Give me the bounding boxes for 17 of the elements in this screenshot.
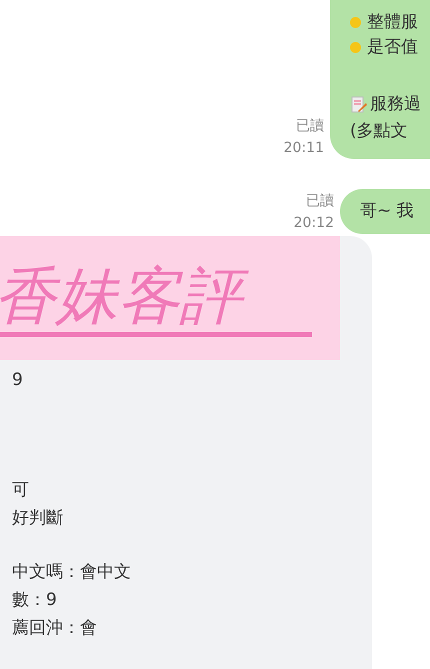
message-text: (多點文 <box>350 120 408 143</box>
message-text: 好判斷 <box>12 507 63 530</box>
message-text: 可 <box>12 479 29 502</box>
message-text: 9 <box>12 369 23 392</box>
message-text: 整體服 <box>367 10 418 34</box>
memo-icon <box>350 96 368 114</box>
read-receipt: 已讀 <box>306 192 334 211</box>
message-time: 20:12 <box>294 214 334 233</box>
message-time: 20:11 <box>284 139 324 158</box>
message-text: 哥~ 我 <box>360 200 414 223</box>
read-receipt: 已讀 <box>296 117 324 136</box>
message-text: 是否值 <box>367 36 418 59</box>
message-text: 服務過 <box>370 92 421 116</box>
message-text: 數：9 <box>12 589 57 612</box>
banner-title: 香妹客評 <box>0 260 312 336</box>
message-text: 中文嗎：會中文 <box>12 561 131 584</box>
message-text: 薦回沖：會 <box>12 617 97 640</box>
